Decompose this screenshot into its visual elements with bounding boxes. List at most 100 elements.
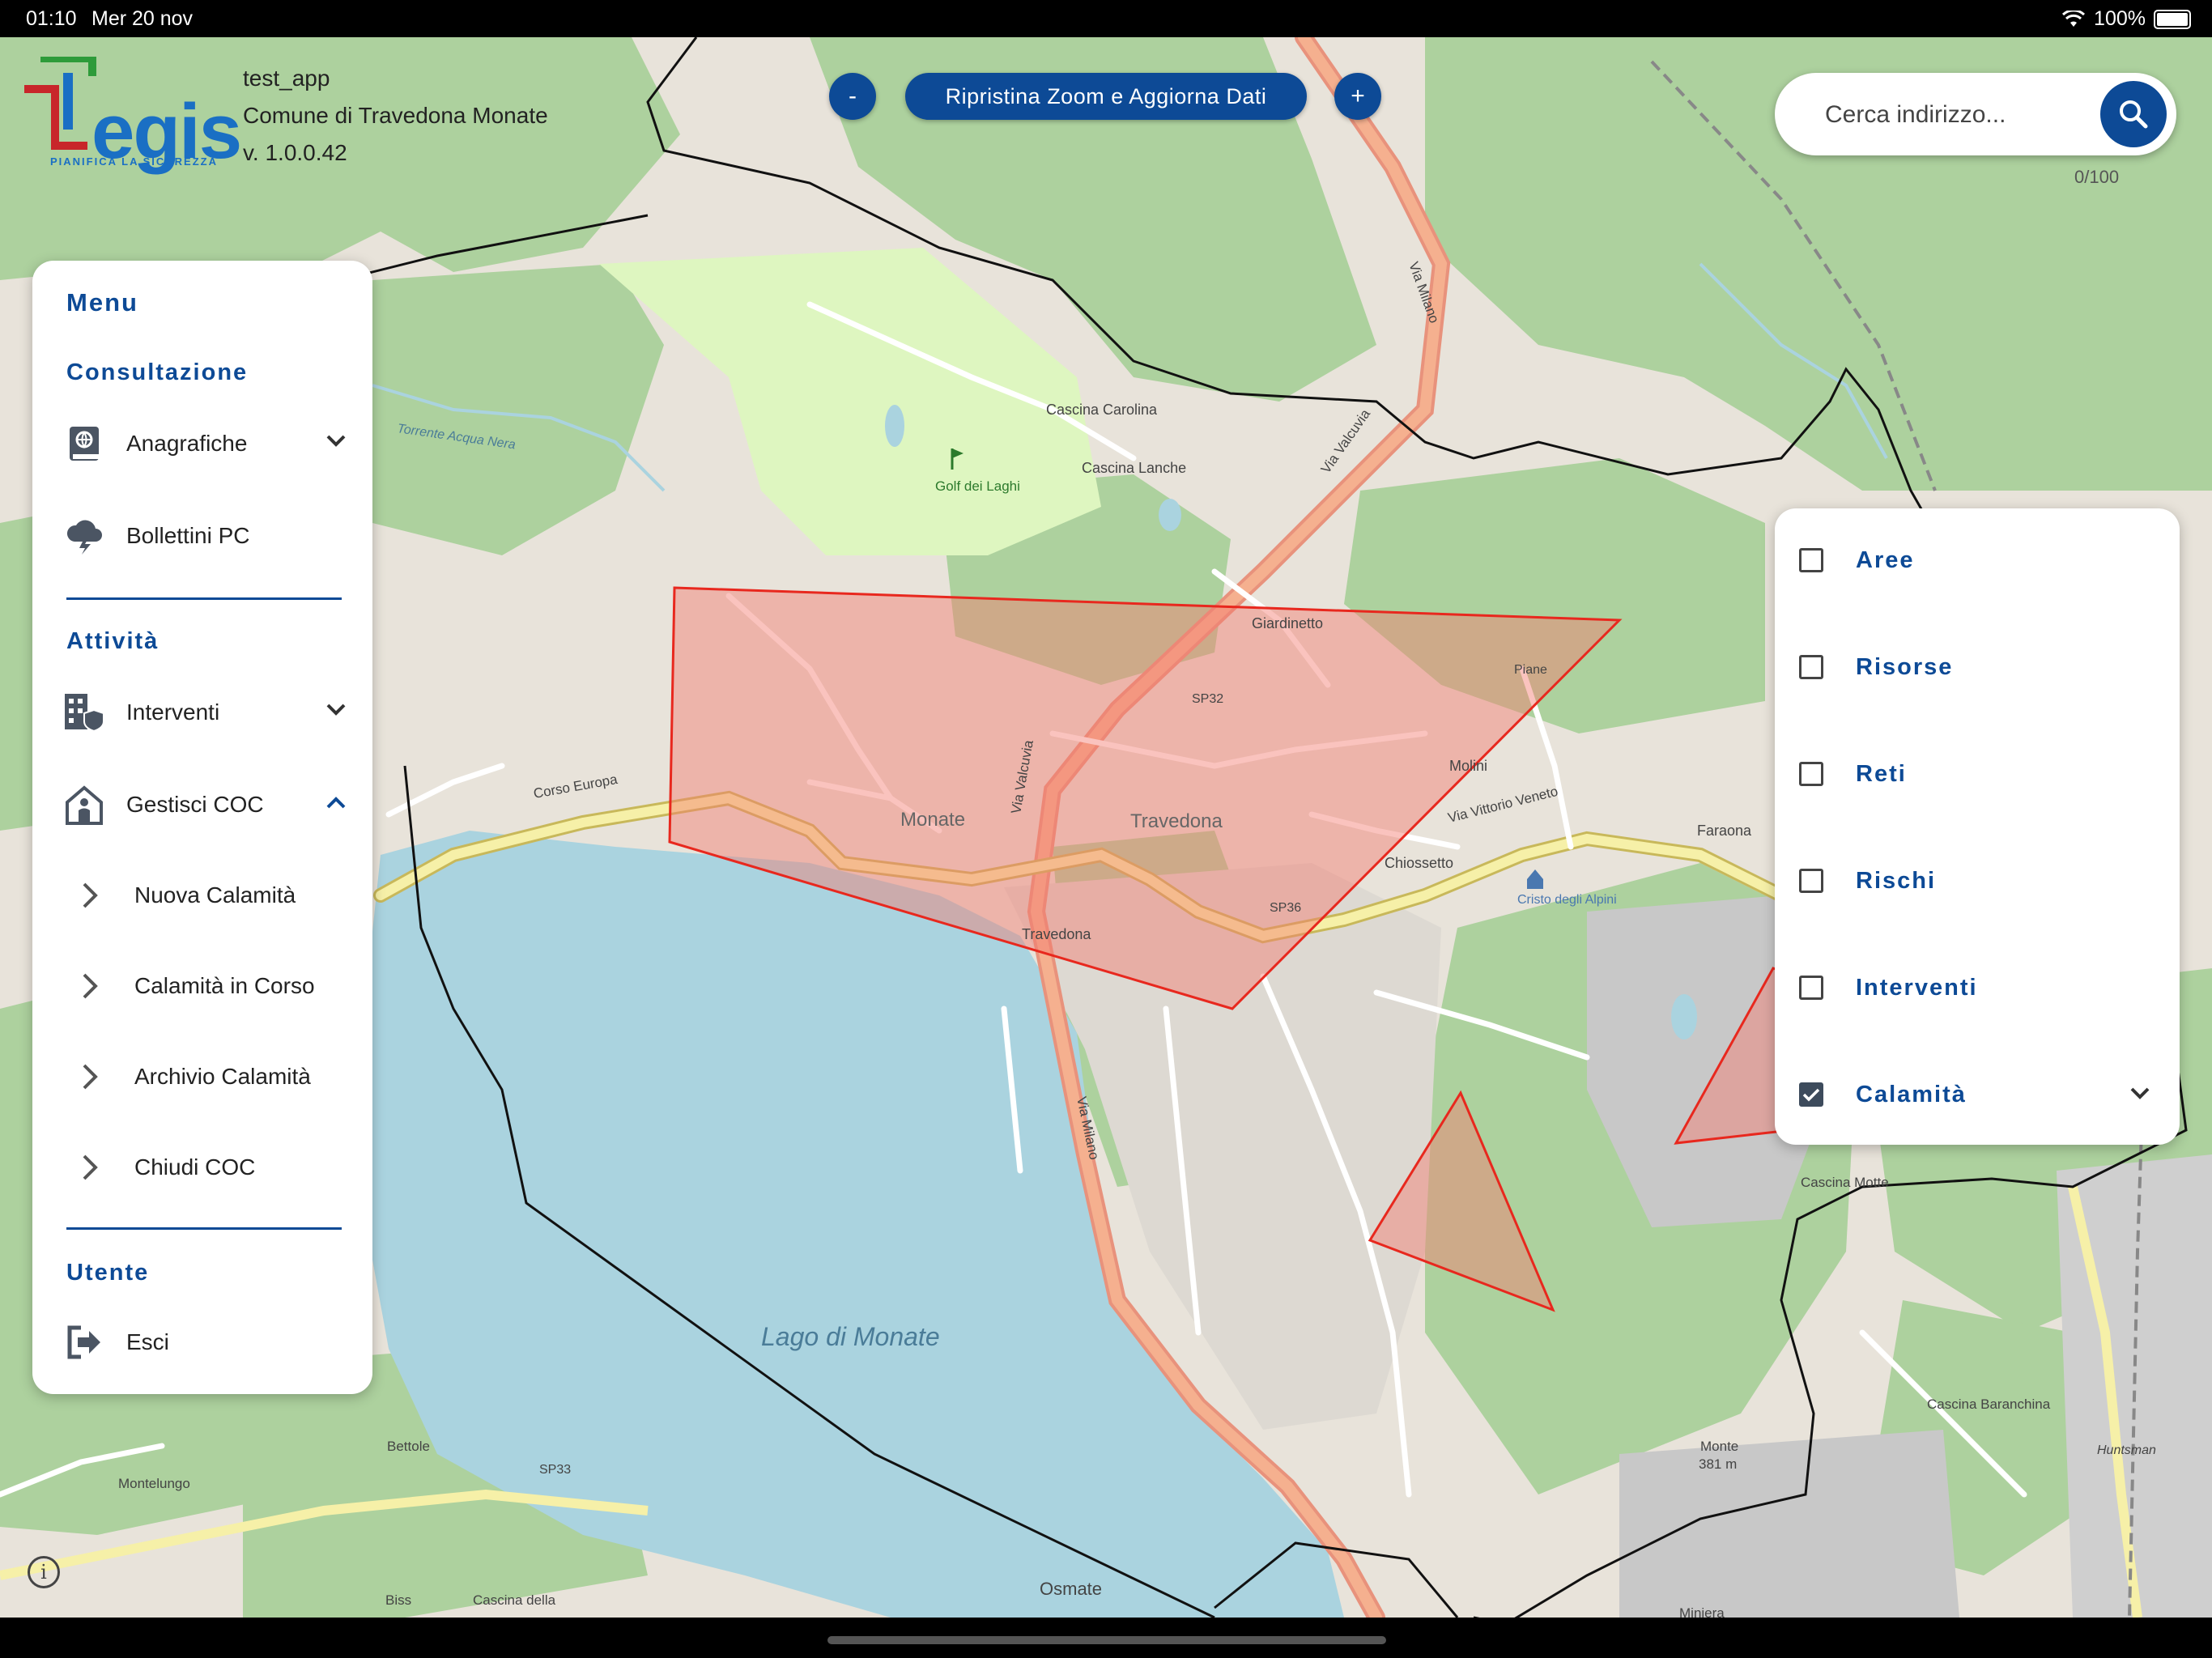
map-label-faraona: Faraona [1697, 823, 1752, 839]
address-search-input[interactable] [1823, 92, 2094, 138]
status-date: Mer 20 nov [91, 7, 194, 30]
map-label-sp36: SP36 [1270, 901, 1301, 915]
map-label-osmate: Osmate [1040, 1579, 1102, 1599]
menu-item-bollettini[interactable]: Bollettini PC [63, 512, 355, 560]
layer-label-calamita: Calamità [1856, 1081, 1967, 1107]
status-bar: 01:10 Mer 20 nov 100% [0, 0, 2212, 37]
map-label-chiossetto: Chiossetto [1385, 855, 1453, 871]
chevron-right-icon [83, 1154, 98, 1180]
app-logo: egis PIANIFICA LA SICUREZZA [23, 57, 242, 175]
menu-divider [66, 1227, 342, 1230]
submenu-calamita-in-corso[interactable]: Calamità in Corso [81, 963, 356, 1009]
map-label-monte: Monte [1700, 1439, 1738, 1454]
chevron-down-icon[interactable] [325, 703, 347, 717]
submenu-label-calamita-in-corso: Calamità in Corso [134, 973, 315, 998]
weather-storm-icon [63, 515, 105, 557]
map-label-sp33: SP33 [539, 1463, 571, 1477]
layer-checkbox-rischi[interactable] [1799, 869, 1823, 893]
layer-label-rischi: Rischi [1856, 867, 1937, 894]
submenu-nuova-calamita[interactable]: Nuova Calamità [81, 873, 356, 918]
app-name: test_app [243, 66, 330, 91]
map-label-cascina-motte: Cascina Motte [1801, 1175, 1889, 1190]
logo-tagline: PIANIFICA LA SICUREZZA [50, 155, 218, 168]
side-menu: Menu Consultazione Anagrafiche Bollettin… [32, 261, 372, 1394]
map-label-sp32: SP32 [1192, 692, 1223, 706]
status-time: 01:10 [26, 7, 77, 30]
menu-label-esci: Esci [126, 1329, 169, 1354]
menu-item-esci[interactable]: Esci [63, 1318, 355, 1367]
municipality-name: Comune di Travedona Monate [243, 103, 548, 128]
menu-label-anagrafiche: Anagrafiche [126, 431, 248, 456]
map-label-travedona-south: Travedona [1022, 926, 1091, 942]
search-button[interactable] [2100, 81, 2167, 147]
chevron-right-icon [83, 882, 98, 908]
app-version: v. 1.0.0.42 [243, 140, 347, 165]
map-label-montelungo: Montelungo [118, 1476, 190, 1491]
map-label-cascina-della: Cascina della [473, 1592, 556, 1608]
section-utente: Utente [66, 1260, 150, 1286]
map-label-cascina-lanche: Cascina Lanche [1082, 460, 1186, 476]
house-person-icon [63, 784, 105, 826]
layer-checkbox-aree[interactable] [1799, 548, 1823, 572]
menu-item-anagrafiche[interactable]: Anagrafiche [63, 419, 355, 468]
logout-icon [63, 1321, 105, 1363]
map-label-monate: Monate [900, 809, 965, 831]
submenu-label-chiudi-coc: Chiudi COC [134, 1154, 256, 1180]
submenu-label-nuova-calamita: Nuova Calamità [134, 882, 296, 908]
map-label-giardinetto: Giardinetto [1252, 615, 1323, 631]
chevron-up-icon[interactable] [325, 795, 347, 810]
menu-label-bollettini: Bollettini PC [126, 523, 250, 548]
battery-icon [2154, 9, 2191, 29]
menu-item-gestisci-coc[interactable]: Gestisci COC [63, 780, 355, 829]
map-label-huntsman: Huntsman [2097, 1443, 2156, 1457]
zoom-out-button[interactable]: - [829, 73, 876, 120]
section-attivita: Attività [66, 628, 160, 654]
map-label-cascina-carolina: Cascina Carolina [1046, 402, 1158, 418]
chevron-right-icon [83, 1064, 98, 1090]
menu-title: Menu [66, 288, 138, 317]
menu-label-interventi: Interventi [126, 699, 220, 725]
layer-toggle-interventi[interactable]: Interventi [1799, 963, 2155, 1012]
map-label-cascina-baranchina: Cascina Baranchina [1927, 1397, 2051, 1412]
search-counter: 0/100 [2074, 167, 2120, 187]
submenu-chiudi-coc[interactable]: Chiudi COC [81, 1145, 356, 1190]
map-label-biss: Biss [385, 1592, 411, 1608]
layer-toggle-risorse[interactable]: Risorse [1799, 643, 2155, 691]
menu-item-interventi[interactable]: Interventi [63, 688, 355, 737]
layer-label-risorse: Risorse [1856, 653, 1954, 680]
layer-toggle-reti[interactable]: Reti [1799, 750, 2155, 798]
map-label-golf: Golf dei Laghi [935, 478, 1020, 494]
layers-panel: Aree Risorse Reti Rischi Interventi Cala… [1775, 508, 2180, 1145]
chevron-down-icon[interactable] [2129, 1086, 2150, 1101]
map-attribution-info-icon[interactable]: i [28, 1556, 60, 1588]
layer-checkbox-calamita[interactable] [1799, 1082, 1823, 1107]
submenu-archivio-calamita[interactable]: Archivio Calamità [81, 1054, 356, 1099]
reset-zoom-button[interactable]: Ripristina Zoom e Aggiorna Dati [905, 73, 1307, 120]
layer-toggle-aree[interactable]: Aree [1799, 536, 2155, 585]
address-search [1775, 73, 2176, 155]
menu-divider [66, 597, 342, 600]
map-label-miniera: Miniera [1679, 1605, 1725, 1618]
status-right: 100% [2061, 7, 2191, 31]
map-label-monte-alt: 381 m [1699, 1456, 1737, 1472]
submenu-label-archivio-calamita: Archivio Calamità [134, 1064, 311, 1089]
map-label-bettole: Bettole [387, 1439, 430, 1454]
chevron-right-icon [83, 973, 98, 999]
home-indicator[interactable] [827, 1636, 1386, 1644]
wifi-icon [2062, 10, 2086, 27]
checkmark-icon [1802, 1088, 1820, 1102]
layer-toggle-rischi[interactable]: Rischi [1799, 857, 2155, 905]
registry-book-icon [63, 423, 105, 465]
map-label-travedona: Travedona [1130, 810, 1223, 832]
building-shield-icon [63, 691, 105, 733]
search-icon [2120, 100, 2148, 129]
layer-checkbox-interventi[interactable] [1799, 976, 1823, 1000]
layer-label-reti: Reti [1856, 760, 1907, 787]
layer-checkbox-risorse[interactable] [1799, 655, 1823, 679]
chevron-down-icon[interactable] [325, 434, 347, 449]
layer-checkbox-reti[interactable] [1799, 762, 1823, 786]
zoom-in-button[interactable]: + [1334, 73, 1381, 120]
layer-toggle-calamita[interactable]: Calamità [1799, 1070, 2155, 1119]
battery-percent: 100% [2094, 7, 2146, 30]
app-info: test_app Comune di Travedona Monate v. 1… [243, 60, 548, 172]
